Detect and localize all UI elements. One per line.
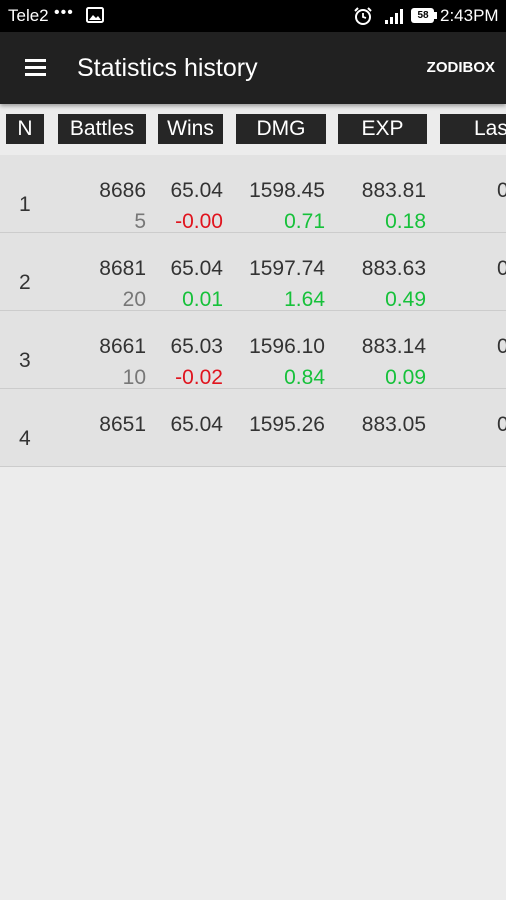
dmg-delta: 0.71 [284, 210, 325, 233]
last-value: 0 [497, 413, 506, 436]
battles-value: 8651 [99, 413, 146, 436]
table-row[interactable]: 4 8651 65.04 1595.26 883.05 0 [0, 389, 506, 467]
hamburger-icon [25, 59, 46, 62]
gallery-icon [86, 7, 104, 23]
battles-delta: 10 [122, 366, 146, 389]
column-header-exp[interactable]: EXP [338, 114, 427, 144]
dmg-value: 1596.10 [249, 335, 325, 358]
table-row[interactable]: 2 8681 65.04 1597.74 883.63 0 20 0.01 1.… [0, 233, 506, 311]
battles-value: 8661 [99, 335, 146, 358]
carrier-name: Tele2 [8, 6, 49, 25]
status-bar: Tele2 ••• 58 2:43PM [0, 0, 506, 32]
app-bar: Statistics history ZODIBOX [0, 32, 506, 104]
page-title: Statistics history [77, 54, 258, 82]
exp-delta: 0.18 [385, 210, 426, 233]
battles-value: 8681 [99, 257, 146, 280]
dmg-value: 1595.26 [249, 413, 325, 436]
wins-value: 65.03 [170, 335, 223, 358]
exp-value: 883.81 [361, 179, 426, 202]
column-header-last[interactable]: Las [440, 114, 506, 144]
menu-button[interactable] [20, 54, 52, 82]
last-value: 0 [497, 257, 506, 280]
zodibox-button[interactable]: ZODIBOX [427, 59, 495, 76]
wins-value: 65.04 [170, 257, 223, 280]
dmg-delta: 1.64 [284, 288, 325, 311]
last-value: 0 [497, 335, 506, 358]
wins-delta: -0.00 [175, 210, 223, 233]
wins-delta: 0.01 [182, 288, 223, 311]
row-number: 2 [19, 271, 31, 294]
table-row[interactable]: 1 8686 65.04 1598.45 883.81 0 5 -0.00 0.… [0, 155, 506, 233]
battles-value: 8686 [99, 179, 146, 202]
wins-value: 65.04 [170, 179, 223, 202]
clock: 2:43PM [440, 6, 499, 25]
table-row[interactable]: 3 8661 65.03 1596.10 883.14 0 10 -0.02 0… [0, 311, 506, 389]
row-number: 4 [19, 427, 31, 450]
dmg-value: 1597.74 [249, 257, 325, 280]
battles-delta: 20 [122, 288, 146, 311]
exp-delta: 0.09 [385, 366, 426, 389]
column-header-n[interactable]: N [6, 114, 44, 144]
column-header-wins[interactable]: Wins [158, 114, 223, 144]
exp-value: 883.63 [361, 257, 426, 280]
exp-value: 883.05 [361, 413, 426, 436]
column-header-battles[interactable]: Battles [58, 114, 146, 144]
column-header-dmg[interactable]: DMG [236, 114, 326, 144]
dmg-value: 1598.45 [249, 179, 325, 202]
battery-level: 58 [417, 10, 429, 21]
battles-delta: 5 [134, 210, 146, 233]
wins-value: 65.04 [170, 413, 223, 436]
alarm-icon [354, 7, 372, 25]
exp-delta: 0.49 [385, 288, 426, 311]
dmg-delta: 0.84 [284, 366, 325, 389]
row-number: 1 [19, 193, 31, 216]
signal-icon [385, 9, 403, 24]
wins-delta: -0.02 [175, 366, 223, 389]
notification-dots: ••• [54, 4, 74, 21]
row-number: 3 [19, 349, 31, 372]
last-value: 0 [497, 179, 506, 202]
exp-value: 883.14 [361, 335, 426, 358]
